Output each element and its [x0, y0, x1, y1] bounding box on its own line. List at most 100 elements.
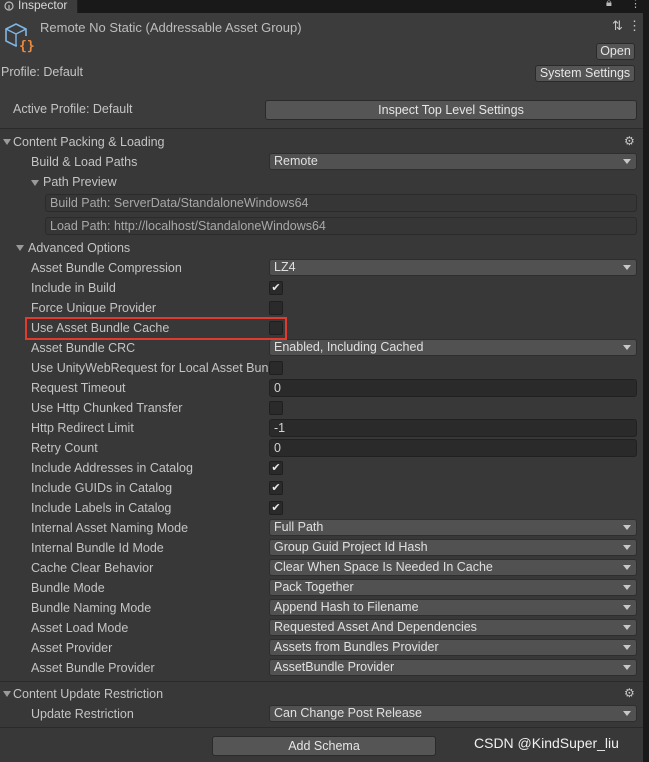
tab-label: Inspector — [18, 0, 68, 12]
asset-bundle-compression-dropdown[interactable]: LZ4 — [269, 259, 637, 276]
content-update-title[interactable]: Content Update Restriction — [13, 687, 163, 701]
dropdown-arrow-icon — [623, 565, 631, 570]
force-unique-provider-checkbox[interactable] — [269, 301, 283, 315]
option-label: Include in Build — [31, 281, 116, 295]
foldout-arrow-icon[interactable] — [3, 691, 11, 697]
section-divider — [0, 727, 643, 728]
add-schema-button[interactable]: Add Schema — [212, 736, 436, 756]
option-label: Include Addresses in Catalog — [31, 461, 193, 475]
include-addresses-checkbox[interactable]: ✔ — [269, 461, 283, 475]
internal-asset-naming-mode-dropdown[interactable]: Full Path — [269, 519, 637, 536]
dropdown-value: Assets from Bundles Provider — [274, 640, 439, 654]
dropdown-value: Group Guid Project Id Hash — [274, 540, 428, 554]
update-restriction-dropdown[interactable]: Can Change Post Release — [269, 705, 637, 722]
option-label: Bundle Naming Mode — [31, 601, 152, 615]
use-unitywebrequest-checkbox[interactable] — [269, 361, 283, 375]
dropdown-arrow-icon — [623, 585, 631, 590]
highlight-box — [25, 317, 287, 340]
option-label: Use Http Chunked Transfer — [31, 401, 183, 415]
dropdown-value: AssetBundle Provider — [274, 660, 395, 674]
cache-clear-behavior-dropdown[interactable]: Clear When Space Is Needed In Cache — [269, 559, 637, 576]
gear-icon[interactable]: ⚙ — [624, 686, 635, 700]
checkmark-icon: ✔ — [271, 502, 281, 514]
dropdown-value: Pack Together — [274, 580, 354, 594]
profile-label: Profile: Default — [1, 65, 83, 79]
dropdown-value: Remote — [274, 154, 318, 168]
lock-icon[interactable]: 🔒︎ — [606, 0, 612, 10]
dropdown-value: Requested Asset And Dependencies — [274, 620, 477, 634]
advanced-options-title[interactable]: Advanced Options — [28, 241, 130, 255]
foldout-arrow-icon[interactable] — [16, 245, 24, 251]
load-path-field: Load Path: http://localhost/StandaloneWi… — [45, 217, 637, 235]
dropdown-arrow-icon — [623, 645, 631, 650]
kebab-menu-icon[interactable]: ⋮ — [628, 18, 641, 34]
asset-title: Remote No Static (Addressable Asset Grou… — [40, 20, 302, 35]
system-settings-button[interactable]: System Settings — [535, 65, 635, 82]
bundle-mode-dropdown[interactable]: Pack Together — [269, 579, 637, 596]
option-label: Use UnityWebRequest for Local Asset Bund… — [31, 361, 268, 375]
content-packing-title[interactable]: Content Packing & Loading — [13, 135, 165, 149]
layout-icon[interactable]: ⇅ — [612, 18, 623, 34]
include-labels-checkbox[interactable]: ✔ — [269, 501, 283, 515]
dropdown-arrow-icon — [623, 159, 631, 164]
asset-bundle-crc-dropdown[interactable]: Enabled, Including Cached — [269, 339, 637, 356]
option-label: Asset Provider — [31, 641, 113, 655]
include-guids-checkbox[interactable]: ✔ — [269, 481, 283, 495]
watermark: CSDN @KindSuper_liu — [474, 735, 619, 751]
option-label: Internal Asset Naming Mode — [31, 521, 189, 535]
option-label: Cache Clear Behavior — [31, 561, 154, 575]
svg-text:{}: {} — [19, 39, 35, 54]
gear-icon[interactable]: ⚙ — [624, 134, 635, 148]
option-label: Internal Bundle Id Mode — [31, 541, 164, 555]
dropdown-arrow-icon — [623, 525, 631, 530]
bundle-naming-mode-dropdown[interactable]: Append Hash to Filename — [269, 599, 637, 616]
section-divider — [0, 128, 643, 129]
dropdown-value: Can Change Post Release — [274, 706, 423, 720]
option-label: Include GUIDs in Catalog — [31, 481, 173, 495]
internal-bundle-id-mode-dropdown[interactable]: Group Guid Project Id Hash — [269, 539, 637, 556]
path-preview-title[interactable]: Path Preview — [43, 175, 117, 189]
http-redirect-limit-field[interactable]: -1 — [269, 419, 637, 437]
inspect-top-level-settings-button[interactable]: Inspect Top Level Settings — [265, 100, 637, 120]
dropdown-arrow-icon — [623, 605, 631, 610]
dropdown-value: Full Path — [274, 520, 324, 534]
option-label: Force Unique Provider — [31, 301, 157, 315]
foldout-arrow-icon[interactable] — [31, 180, 39, 186]
option-label: Request Timeout — [31, 381, 126, 395]
build-path-field: Build Path: ServerData/StandaloneWindows… — [45, 194, 637, 212]
asset-provider-dropdown[interactable]: Assets from Bundles Provider — [269, 639, 637, 656]
tab-bar: Inspector 🔒︎ ⋮ — [0, 0, 649, 13]
checkmark-icon: ✔ — [271, 282, 281, 294]
dropdown-arrow-icon — [623, 665, 631, 670]
option-label: Asset Bundle CRC — [31, 341, 136, 355]
option-label: Asset Bundle Provider — [31, 661, 155, 675]
dropdown-arrow-icon — [623, 265, 631, 270]
option-label: Http Redirect Limit — [31, 421, 134, 435]
kebab-menu-icon[interactable]: ⋮ — [630, 0, 641, 10]
option-label: Asset Load Mode — [31, 621, 129, 635]
retry-count-field[interactable]: 0 — [269, 439, 637, 457]
active-profile-label: Active Profile: Default — [13, 102, 133, 116]
tab-inspector[interactable]: Inspector — [0, 0, 78, 13]
option-label: Bundle Mode — [31, 581, 105, 595]
inspector-icon — [4, 1, 14, 11]
dropdown-value: Clear When Space Is Needed In Cache — [274, 560, 493, 574]
option-label: Retry Count — [31, 441, 98, 455]
dropdown-arrow-icon — [623, 711, 631, 716]
asset-bundle-provider-dropdown[interactable]: AssetBundle Provider — [269, 659, 637, 676]
dropdown-value: Append Hash to Filename — [274, 600, 419, 614]
request-timeout-field[interactable]: 0 — [269, 379, 637, 397]
update-restriction-label: Update Restriction — [31, 707, 134, 721]
dropdown-arrow-icon — [623, 345, 631, 350]
use-http-chunked-transfer-checkbox[interactable] — [269, 401, 283, 415]
option-label: Asset Bundle Compression — [31, 261, 182, 275]
dropdown-value: Enabled, Including Cached — [274, 340, 424, 354]
open-button[interactable]: Open — [596, 43, 635, 60]
foldout-arrow-icon[interactable] — [3, 139, 11, 145]
asset-load-mode-dropdown[interactable]: Requested Asset And Dependencies — [269, 619, 637, 636]
build-load-paths-dropdown[interactable]: Remote — [269, 153, 637, 170]
include-in-build-checkbox[interactable]: ✔ — [269, 281, 283, 295]
option-label: Include Labels in Catalog — [31, 501, 172, 515]
window-edge — [643, 13, 649, 762]
addressable-group-icon: {} — [5, 23, 35, 54]
